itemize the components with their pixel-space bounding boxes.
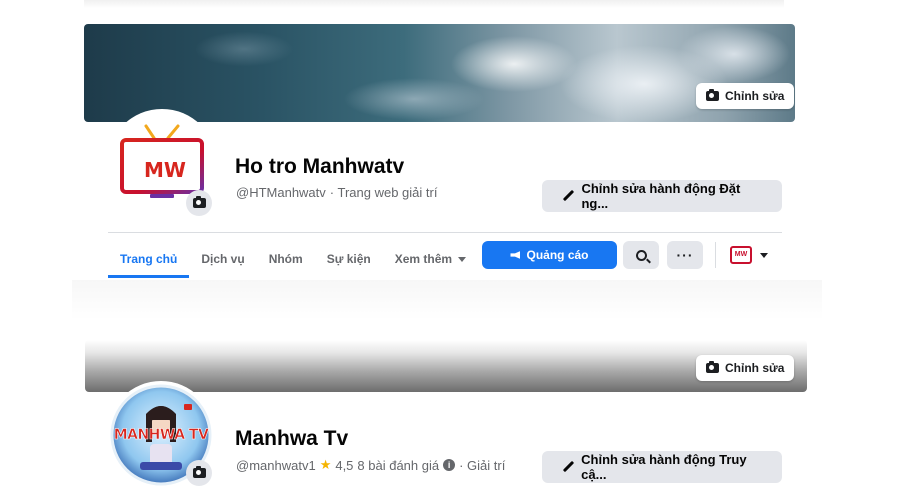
edit-cover-label: Chỉnh sửa [725, 89, 785, 103]
page-tabs: Trang chủ Dịch vụ Nhóm Sự kiện Xem thêm [108, 240, 478, 278]
tab-events[interactable]: Sự kiện [315, 240, 383, 278]
page-avatar-icon: MW [730, 246, 752, 264]
page-switcher[interactable]: MW [730, 246, 768, 264]
edit-action-button-1[interactable]: Chỉnh sửa hành động Đặt ng... [542, 180, 782, 212]
edit-action-button-2[interactable]: Chỉnh sửa hành động Truy cậ... [542, 451, 782, 483]
chevron-down-icon [458, 256, 467, 262]
edit-cover-label: Chỉnh sửa [725, 361, 785, 375]
tab-home[interactable]: Trang chủ [108, 240, 190, 278]
more-icon: ··· [676, 247, 694, 263]
advertise-button[interactable]: Quảng cáo [482, 241, 617, 269]
page-category[interactable]: · Trang web giải trí [330, 185, 438, 200]
logo-text: MANHWA TV [113, 427, 209, 444]
pencil-icon [562, 461, 573, 473]
edit-action-label: Chỉnh sửa hành động Đặt ng... [581, 181, 741, 211]
top-shadow [84, 0, 784, 8]
star-icon: ★ [319, 457, 332, 472]
update-profile-photo-button-1[interactable] [186, 190, 212, 216]
page-subline-1: @HTManhwatv · Trang web giải trí [236, 185, 437, 200]
edit-cover-button-2[interactable]: Chỉnh sửa [696, 355, 795, 381]
camera-icon [192, 196, 206, 208]
tab-more[interactable]: Xem thêm [383, 240, 478, 278]
edit-action-label: Chỉnh sửa hành động Truy cậ... [581, 452, 747, 482]
camera-icon [706, 89, 719, 101]
header-divider [108, 232, 782, 233]
tab-label: Sự kiện [326, 252, 371, 266]
page-title-1: Ho tro Manhwatv [235, 155, 405, 178]
logo-text: MW [144, 158, 186, 182]
tab-label: Xem thêm [394, 252, 453, 266]
page-subline-2: @manhwatv1 ★ 4,5 8 bài đánh giá i · Giải… [236, 457, 505, 473]
cover-photo-1[interactable] [84, 24, 795, 122]
camera-icon [706, 361, 719, 373]
search-icon [635, 249, 647, 261]
update-profile-photo-button-2[interactable] [186, 460, 212, 486]
tab-label: Dịch vụ [201, 252, 245, 266]
page-handle[interactable]: @manhwatv1 [236, 458, 316, 473]
page-handle[interactable]: @HTManhwatv [236, 185, 326, 200]
tab-groups[interactable]: Nhóm [257, 240, 315, 278]
review-count[interactable]: 8 bài đánh giá [357, 458, 439, 473]
search-button[interactable] [623, 241, 659, 269]
toolbar-separator [715, 242, 716, 268]
advertise-label: Quảng cáo [526, 248, 589, 262]
chevron-down-icon [760, 252, 768, 258]
camera-icon [192, 466, 206, 478]
megaphone-icon [510, 251, 521, 259]
more-options-button[interactable]: ··· [667, 241, 703, 269]
tab-label: Trang chủ [120, 252, 178, 266]
tab-services[interactable]: Dịch vụ [189, 240, 256, 278]
page-title-2: Manhwa Tv [235, 427, 349, 450]
section-separator [72, 280, 822, 320]
info-icon[interactable]: i [443, 459, 456, 471]
rating-value[interactable]: 4,5 [335, 458, 353, 473]
page-category[interactable]: · Giải trí [459, 458, 505, 473]
tab-label: Nhóm [268, 252, 303, 266]
edit-cover-button-1[interactable]: Chỉnh sửa [696, 83, 795, 109]
pencil-icon [562, 190, 573, 202]
